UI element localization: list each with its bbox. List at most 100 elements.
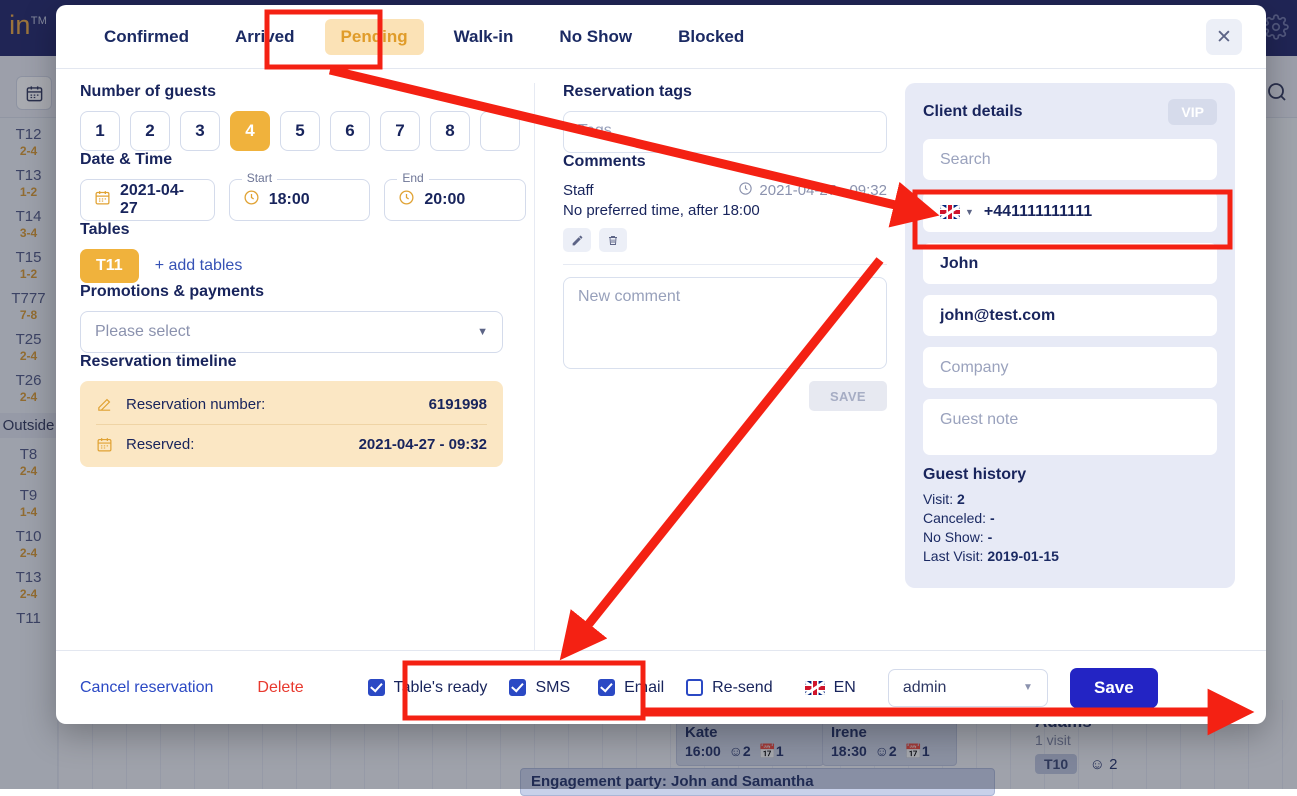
timeline-row: Reservation number: 6191998 bbox=[96, 385, 487, 424]
promotions-select[interactable]: Please select ▼ bbox=[80, 311, 503, 353]
checkbox-resend[interactable]: Re-send bbox=[686, 679, 772, 697]
client-search-input[interactable]: Search bbox=[923, 139, 1217, 180]
tables-title: Tables bbox=[80, 221, 526, 239]
promotions-title: Promotions & payments bbox=[80, 283, 526, 301]
end-time-field[interactable]: End 20:00 bbox=[384, 179, 526, 221]
guest-count-6[interactable]: 6 bbox=[330, 111, 370, 151]
checkbox-box[interactable] bbox=[598, 679, 615, 696]
guest-count-2[interactable]: 2 bbox=[130, 111, 170, 151]
assigned-table-pill[interactable]: T11 bbox=[80, 249, 139, 283]
guest-count-selector: 1 2 3 4 5 6 7 8 bbox=[80, 111, 526, 151]
modal-footer: Cancel reservation Delete Table's ready … bbox=[56, 650, 1266, 724]
start-time-label: Start bbox=[242, 171, 277, 185]
new-comment-textarea[interactable]: New comment bbox=[563, 277, 887, 369]
client-name-input[interactable]: John bbox=[923, 243, 1217, 284]
tab-no-show[interactable]: No Show bbox=[543, 19, 648, 55]
guest-history-row: Last Visit: 2019-01-15 bbox=[923, 547, 1217, 566]
guest-count-1[interactable]: 1 bbox=[80, 111, 120, 151]
client-email-input[interactable]: john@test.com bbox=[923, 295, 1217, 336]
timeline-value: 6191998 bbox=[429, 396, 487, 413]
start-time-field[interactable]: Start 18:00 bbox=[229, 179, 371, 221]
guest-history-title: Guest history bbox=[923, 466, 1217, 484]
tags-comments-column: Reservation tags Tags Comments Staff 202… bbox=[535, 83, 887, 650]
guest-history-label: Canceled: bbox=[923, 510, 986, 526]
client-phone-input[interactable]: ▼ +441111111111 bbox=[923, 191, 1217, 232]
date-time-title: Date & Time bbox=[80, 151, 526, 169]
date-time-row: 2021-04-27 Start 18:00 End bbox=[80, 179, 526, 221]
guest-history-row: No Show: - bbox=[923, 528, 1217, 547]
trash-icon[interactable] bbox=[599, 228, 627, 252]
reservation-details-column: Number of guests 1 2 3 4 5 6 7 8 Date & … bbox=[80, 83, 535, 650]
reservation-modal: Confirmed Arrived Pending Walk-in No Sho… bbox=[56, 5, 1266, 724]
vip-badge[interactable]: VIP bbox=[1168, 99, 1217, 125]
tab-blocked[interactable]: Blocked bbox=[662, 19, 760, 55]
delete-link[interactable]: Delete bbox=[257, 679, 303, 697]
comment-divider bbox=[563, 264, 887, 265]
checkbox-box[interactable] bbox=[509, 679, 526, 696]
calendar-icon bbox=[94, 189, 111, 211]
calendar-icon bbox=[96, 436, 126, 453]
tab-walk-in[interactable]: Walk-in bbox=[438, 19, 530, 55]
checkbox-label: Re-send bbox=[712, 679, 772, 697]
guest-history-label: Last Visit: bbox=[923, 548, 983, 564]
close-icon[interactable]: ✕ bbox=[1206, 19, 1242, 55]
guest-history-value: - bbox=[990, 510, 995, 526]
guest-history-value: 2019-01-15 bbox=[987, 548, 1059, 564]
chevron-down-icon: ▼ bbox=[1023, 682, 1033, 693]
timeline-label: Reserved: bbox=[126, 436, 359, 453]
user-select[interactable]: admin ▼ bbox=[888, 669, 1048, 707]
comment-timestamp: 2021-04-27 - 09:32 bbox=[759, 182, 887, 199]
chevron-down-icon: ▼ bbox=[477, 326, 488, 338]
uk-flag-icon bbox=[940, 205, 960, 219]
comment-timestamp-wrap: 2021-04-27 - 09:32 bbox=[738, 181, 887, 200]
end-time-value: 20:00 bbox=[424, 191, 465, 209]
checkbox-tables-ready[interactable]: Table's ready bbox=[368, 679, 488, 697]
comments-title: Comments bbox=[563, 153, 887, 171]
language-label: EN bbox=[834, 679, 856, 697]
tags-input[interactable]: Tags bbox=[563, 111, 887, 153]
guest-history-row: Visit: 2 bbox=[923, 490, 1217, 509]
comment-save-button[interactable]: SAVE bbox=[809, 381, 887, 411]
date-field[interactable]: 2021-04-27 bbox=[80, 179, 215, 221]
guest-count-custom[interactable] bbox=[480, 111, 520, 151]
checkbox-box[interactable] bbox=[368, 679, 385, 696]
guest-count-7[interactable]: 7 bbox=[380, 111, 420, 151]
timeline-row: Reserved: 2021-04-27 - 09:32 bbox=[96, 424, 487, 463]
client-details-panel: Client details VIP Search ▼ +44111111111… bbox=[905, 83, 1235, 588]
comment-header: Staff 2021-04-27 - 09:32 bbox=[563, 181, 887, 200]
clock-icon bbox=[243, 189, 260, 211]
checkbox-box[interactable] bbox=[686, 679, 703, 696]
reservation-timeline-title: Reservation timeline bbox=[80, 353, 526, 371]
timeline-label: Reservation number: bbox=[126, 396, 429, 413]
guest-history-value: 2 bbox=[957, 491, 965, 507]
tab-confirmed[interactable]: Confirmed bbox=[88, 19, 205, 55]
tab-arrived[interactable]: Arrived bbox=[219, 19, 311, 55]
save-button[interactable]: Save bbox=[1070, 668, 1158, 708]
guest-count-3[interactable]: 3 bbox=[180, 111, 220, 151]
date-value: 2021-04-27 bbox=[120, 182, 201, 218]
add-tables-link[interactable]: + add tables bbox=[155, 257, 243, 275]
checkbox-sms[interactable]: SMS bbox=[509, 679, 570, 697]
guest-history-label: Visit: bbox=[923, 491, 953, 507]
checkbox-email[interactable]: Email bbox=[598, 679, 664, 697]
client-guest-note-input[interactable]: Guest note bbox=[923, 399, 1217, 455]
cancel-reservation-link[interactable]: Cancel reservation bbox=[80, 679, 213, 697]
guest-count-8[interactable]: 8 bbox=[430, 111, 470, 151]
guest-count-5[interactable]: 5 bbox=[280, 111, 320, 151]
uk-flag-icon bbox=[805, 681, 825, 695]
client-company-input[interactable]: Company bbox=[923, 347, 1217, 388]
timeline-value: 2021-04-27 - 09:32 bbox=[359, 436, 487, 453]
number-of-guests-title: Number of guests bbox=[80, 83, 526, 101]
pencil-icon[interactable] bbox=[563, 228, 591, 252]
client-details-column: Client details VIP Search ▼ +44111111111… bbox=[887, 83, 1232, 650]
client-phone-value: +441111111111 bbox=[984, 203, 1092, 221]
client-details-title: Client details bbox=[923, 103, 1023, 121]
start-time-value: 18:00 bbox=[269, 191, 310, 209]
reservation-timeline: Reservation number: 6191998 Reserved: 20… bbox=[80, 381, 503, 467]
language-selector[interactable]: EN bbox=[805, 679, 856, 697]
guest-count-4[interactable]: 4 bbox=[230, 111, 270, 151]
checkbox-label: Table's ready bbox=[394, 679, 488, 697]
reservation-tags-title: Reservation tags bbox=[563, 83, 887, 101]
edit-icon bbox=[96, 396, 126, 413]
tab-pending[interactable]: Pending bbox=[325, 19, 424, 55]
